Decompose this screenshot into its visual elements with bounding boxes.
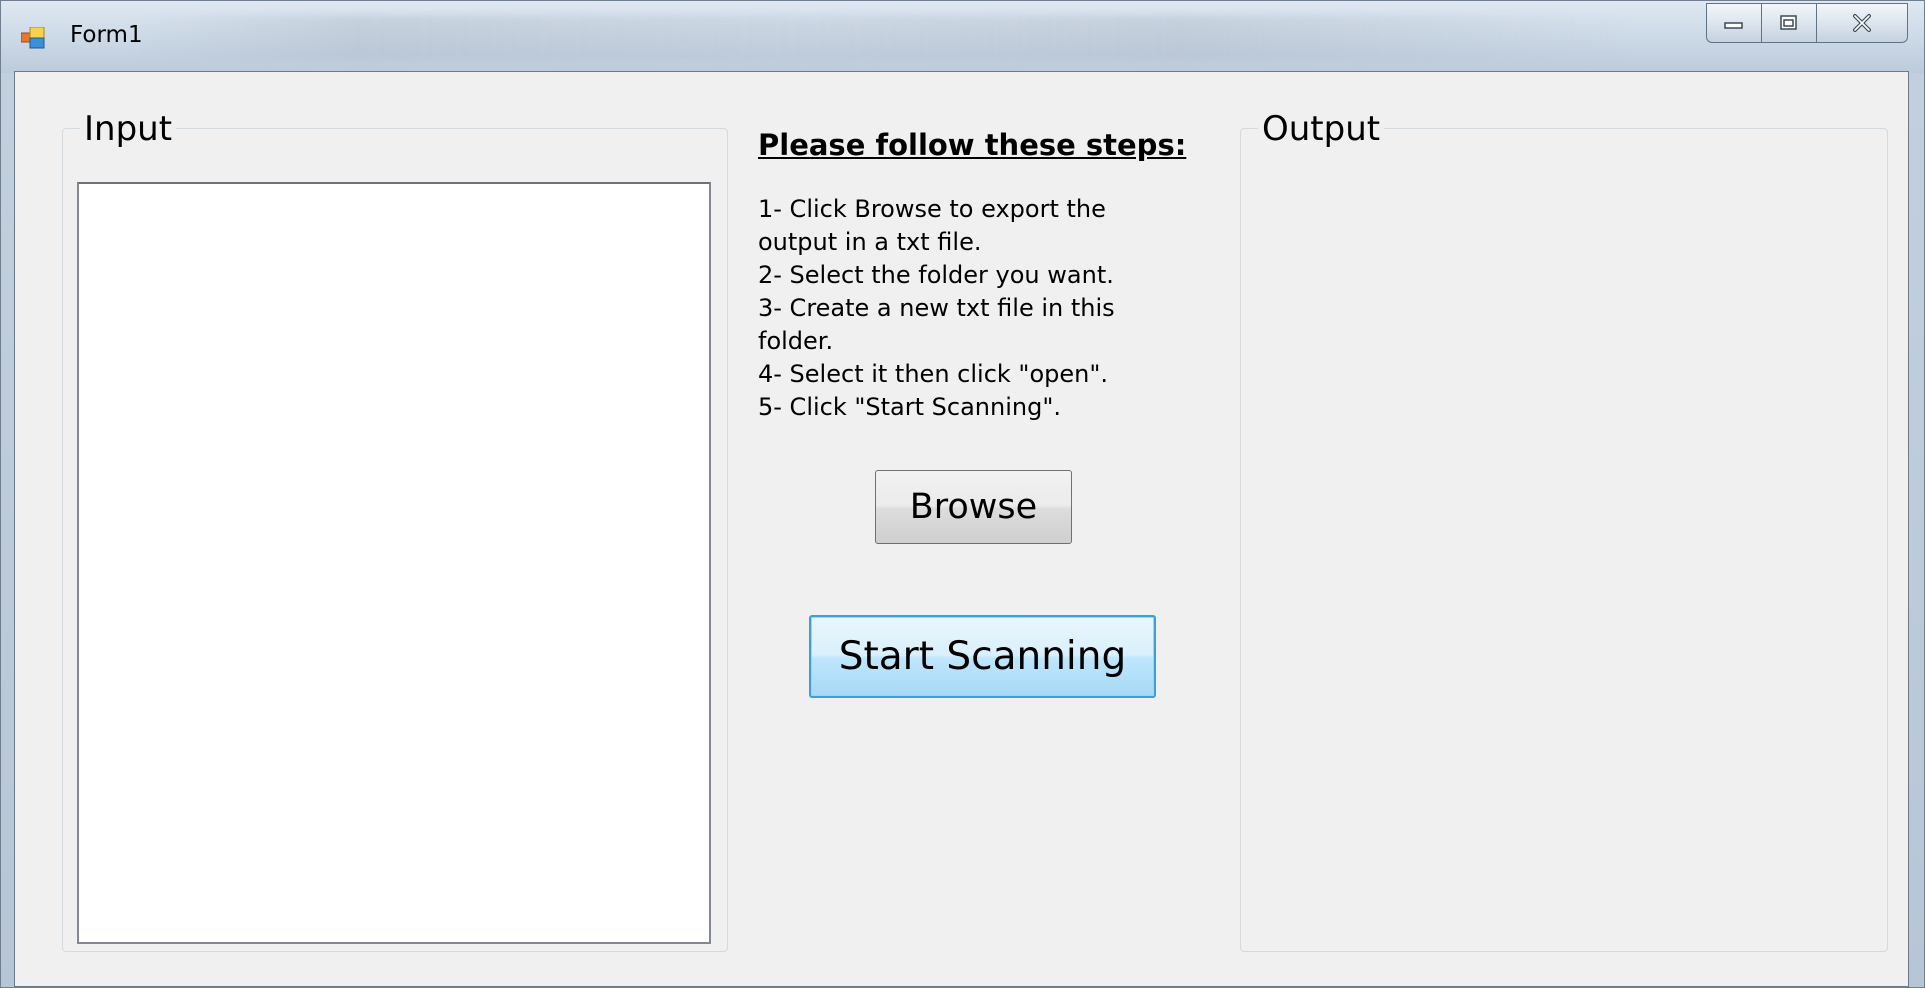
output-groupbox: Output [1240, 109, 1888, 952]
maximize-icon [1780, 15, 1797, 30]
close-icon [1853, 14, 1871, 32]
input-textbox[interactable] [77, 182, 711, 944]
window-title: Form1 [70, 22, 143, 48]
output-group-label: Output [1258, 109, 1385, 149]
maximize-button[interactable] [1761, 3, 1817, 43]
start-scanning-button[interactable]: Start Scanning [809, 615, 1156, 698]
form-client-area: Input Please follow these steps: 1- Clic… [14, 71, 1909, 987]
steps-instructions: 1- Click Browse to export the output in … [758, 195, 1115, 421]
form-app-icon [21, 27, 45, 49]
browse-button[interactable]: Browse [875, 470, 1072, 544]
close-button[interactable] [1816, 3, 1908, 43]
input-group-label: Input [80, 109, 177, 149]
input-groupbox: Input [62, 109, 728, 952]
minimize-button[interactable] [1706, 3, 1762, 43]
minimize-icon [1724, 22, 1743, 29]
caption-buttons [1706, 3, 1908, 45]
steps-heading: Please follow these steps: [758, 128, 1187, 162]
app-window: Form1 Input Please follow these steps: 1… [0, 0, 1925, 988]
title-bar-background-blur [131, 15, 1631, 61]
title-bar[interactable]: Form1 [1, 1, 1924, 73]
